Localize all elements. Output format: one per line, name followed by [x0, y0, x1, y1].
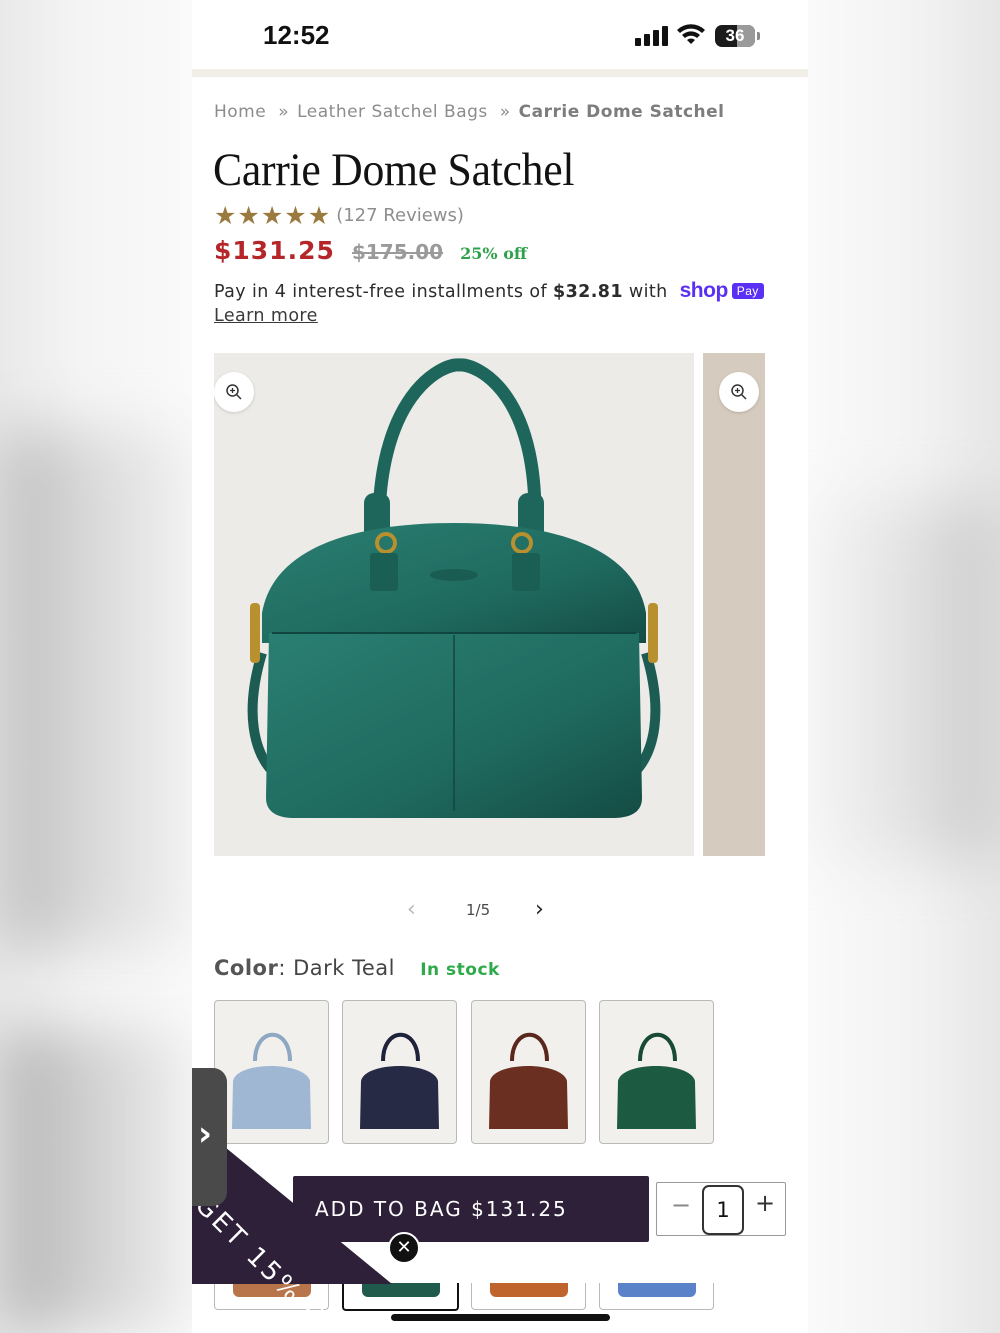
breadcrumb-current: Carrie Dome Satchel [518, 102, 725, 122]
header-divider [192, 69, 808, 77]
shop-pay-logo: shop [679, 279, 729, 302]
chevron-left-icon[interactable]: ‹ [407, 897, 416, 922]
quantity-stepper[interactable]: − 1 + [656, 1182, 786, 1236]
color-swatch-brown[interactable] [471, 1000, 586, 1144]
product-title: Carrie Dome Satchel [213, 144, 575, 196]
quantity-input[interactable]: 1 [702, 1185, 744, 1235]
sale-price: $131.25 [214, 236, 335, 265]
color-swatch-forest[interactable] [342, 1283, 459, 1311]
zoom-in-icon[interactable] [719, 372, 759, 412]
star-icon: ★ [307, 201, 331, 230]
color-swatch-dark-teal[interactable] [599, 1000, 714, 1144]
color-label: Color [214, 956, 279, 980]
color-swatch-cobalt[interactable] [599, 1283, 714, 1310]
installments-text: Pay in 4 interest-free installments of $… [214, 279, 764, 303]
home-indicator[interactable] [391, 1314, 610, 1321]
installments-prefix: Pay in 4 interest-free installments of [214, 282, 548, 302]
selected-color: Dark Teal [293, 956, 395, 980]
gallery-pagination: ‹ 1/5 › [407, 897, 557, 923]
wifi-icon [676, 24, 706, 50]
status-bar: 12:52 36 [192, 0, 808, 70]
phone-screen: 12:52 36 Home » Leather Satchel Bags » Carri… [192, 0, 808, 1333]
discount-badge: 25% off [460, 244, 527, 263]
star-icon: ★ [284, 201, 307, 230]
promo-tab[interactable]: › [192, 1068, 227, 1206]
zoom-in-icon[interactable] [214, 372, 254, 412]
breadcrumb: Home » Leather Satchel Bags » Carrie Dome Sa… [214, 102, 725, 122]
shop-pay-badge: Pay [731, 283, 764, 299]
quantity-increase-button[interactable]: + [755, 1189, 775, 1217]
review-count-link[interactable]: (127 Reviews) [336, 205, 464, 226]
star-icon: ★ [237, 201, 260, 230]
close-icon[interactable]: ✕ [388, 1232, 420, 1264]
breadcrumb-separator: » [278, 102, 290, 122]
chevron-right-icon[interactable]: › [535, 897, 544, 922]
color-swatch-cognac[interactable] [471, 1283, 586, 1310]
quantity-decrease-button[interactable]: − [671, 1191, 691, 1219]
breadcrumb-home-link[interactable]: Home [214, 102, 266, 122]
compare-at-price: $175.00 [351, 240, 444, 264]
price-row: $131.25 $175.00 25% off [214, 236, 527, 265]
installment-amount: $32.81 [553, 282, 623, 302]
color-colon: : [278, 956, 294, 980]
color-selector-label: Color: Dark Teal In stock [214, 956, 500, 980]
teal-satchel-image [247, 358, 661, 818]
breadcrumb-category-link[interactable]: Leather Satchel Bags [297, 102, 488, 122]
product-image-next[interactable] [703, 353, 765, 856]
stock-status: In stock [420, 960, 500, 980]
installments-suffix: with [628, 282, 668, 302]
product-rating[interactable]: ★★★★★ (127 Reviews) [214, 203, 464, 229]
star-icon: ★ [260, 201, 284, 230]
breadcrumb-separator: » [499, 102, 511, 122]
battery-icon: 36 [715, 25, 755, 47]
product-image-main[interactable] [214, 353, 694, 856]
star-icon: ★ [214, 201, 237, 230]
learn-more-link[interactable]: Learn more [214, 306, 318, 326]
chevron-right-icon: › [198, 1114, 213, 1154]
status-time: 12:52 [263, 20, 330, 50]
gallery-counter: 1/5 [466, 901, 491, 919]
